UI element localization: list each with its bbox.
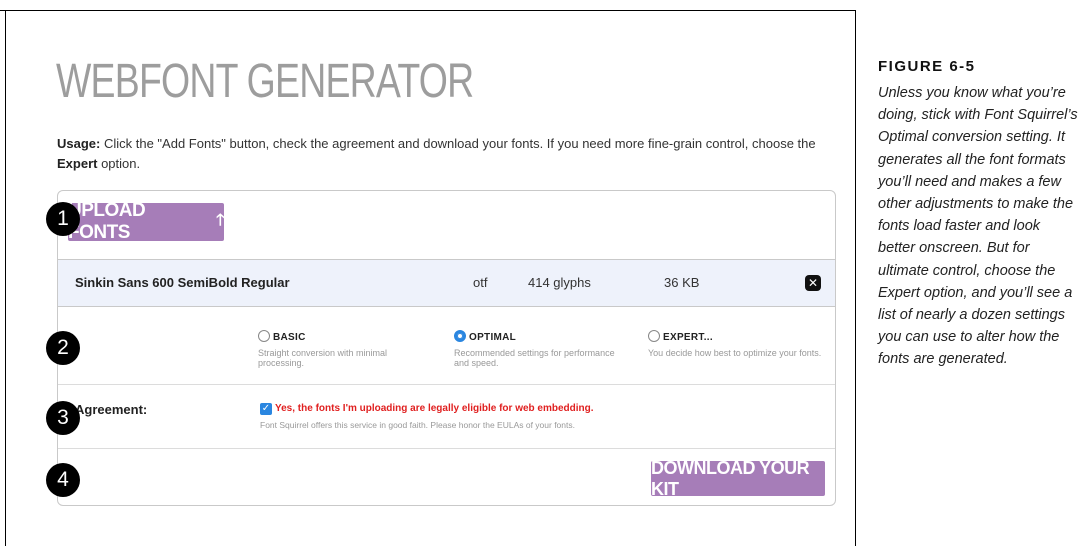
option-optimal[interactable]: OPTIMAL Recommended settings for perform… — [454, 327, 629, 368]
figure-caption: Unless you know what you’re doing, stick… — [878, 85, 1078, 368]
frame-right-border — [855, 10, 856, 546]
font-file-format: otf — [473, 275, 488, 290]
option-expert-desc: You decide how best to optimize your fon… — [648, 348, 822, 358]
step-marker-1: 1 — [46, 202, 80, 236]
font-file-size: 36 KB — [664, 275, 700, 290]
arrow-up-icon: 🡑 — [216, 211, 224, 229]
page-title: WEBFONT GENERATOR — [56, 55, 474, 108]
usage-label: Usage: — [57, 136, 101, 151]
step-marker-2: 2 — [46, 331, 80, 365]
option-basic-label: BASIC — [273, 332, 306, 343]
close-icon[interactable]: ✕ — [805, 275, 821, 291]
option-basic[interactable]: BASIC Straight conversion with minimal p… — [258, 327, 433, 368]
radio-basic[interactable] — [258, 330, 270, 342]
conversion-options: BASIC Straight conversion with minimal p… — [58, 307, 835, 385]
option-expert[interactable]: EXPERT... You decide how best to optimiz… — [648, 327, 823, 358]
option-optimal-desc: Recommended settings for performance and… — [454, 348, 615, 368]
generator-panel: UPLOAD FONTS 🡑 Sinkin Sans 600 SemiBold … — [57, 190, 836, 506]
font-file-glyphs: 414 glyphs — [528, 275, 591, 290]
figure-title: FIGURE 6-5 — [878, 58, 976, 75]
option-expert-label: EXPERT... — [663, 332, 713, 343]
agreement-checkbox[interactable]: ✓ — [260, 403, 272, 415]
frame-left-border — [5, 10, 6, 546]
radio-expert[interactable] — [648, 330, 660, 342]
step-marker-3: 3 — [46, 401, 80, 435]
font-file-name: Sinkin Sans 600 SemiBold Regular — [75, 275, 290, 290]
option-optimal-label: OPTIMAL — [469, 332, 517, 343]
font-file-row: Sinkin Sans 600 SemiBold Regular otf 414… — [58, 259, 835, 307]
agreement-label: Agreement: — [75, 402, 148, 417]
download-kit-button[interactable]: DOWNLOAD YOUR KIT — [651, 458, 825, 499]
step-marker-4: 4 — [46, 463, 80, 497]
agreement-row: Agreement: ✓ Yes, the fonts I'm uploadin… — [58, 385, 835, 449]
upload-fonts-button[interactable]: UPLOAD FONTS 🡑 — [68, 200, 224, 243]
agreement-text: Yes, the fonts I'm uploading are legally… — [275, 403, 594, 414]
usage-text: Usage: Click the "Add Fonts" button, che… — [57, 134, 837, 174]
usage-text-1: Click the "Add Fonts" button, check the … — [100, 136, 816, 151]
radio-optimal[interactable] — [454, 330, 466, 342]
usage-expert: Expert — [57, 156, 98, 171]
upload-fonts-label: UPLOAD FONTS — [68, 200, 146, 243]
agreement-note: Font Squirrel offers this service in goo… — [260, 420, 575, 430]
option-basic-desc: Straight conversion with minimal process… — [258, 348, 388, 368]
frame-top-border — [0, 10, 855, 11]
usage-text-2: option. — [97, 156, 141, 171]
